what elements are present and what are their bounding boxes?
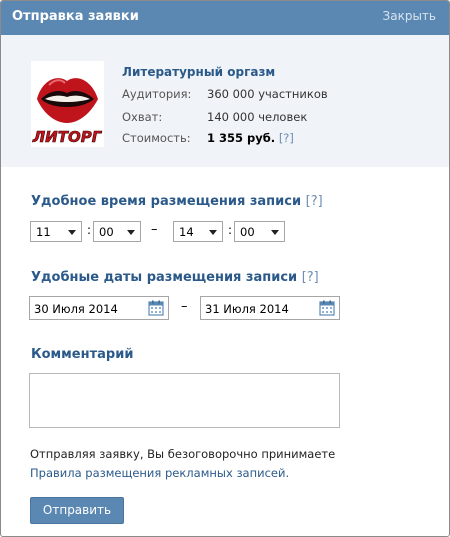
from-date-field[interactable]: 30 Июля 2014 xyxy=(29,296,169,320)
time-section-title: Удобное время размещения записи [?] xyxy=(31,194,323,209)
submit-button[interactable]: Отправить xyxy=(30,497,124,524)
comment-section-title: Комментарий xyxy=(31,347,134,362)
from-hour-select[interactable]: 11 xyxy=(30,221,82,242)
agreement-note: Отправляя заявку, Вы безоговорочно прини… xyxy=(30,447,336,461)
calendar-icon[interactable] xyxy=(319,300,335,316)
price-value: 1 355 руб. xyxy=(207,131,276,145)
to-minute-value: 00 xyxy=(240,225,255,239)
calendar-icon[interactable] xyxy=(148,300,164,316)
community-info: ЛИТОРГ Литературный оргазм Аудитория: 36… xyxy=(1,35,449,167)
price-help-link[interactable]: [?] xyxy=(279,131,294,145)
audience-label: Аудитория: xyxy=(122,87,192,101)
comment-textarea[interactable] xyxy=(29,373,340,428)
time-help-link[interactable]: [?] xyxy=(306,194,323,209)
price-row: 1 355 руб. [?] xyxy=(207,131,294,145)
from-minute-value: 00 xyxy=(99,225,114,239)
svg-text:ЛИТОРГ: ЛИТОРГ xyxy=(32,128,103,146)
time-range-dash: – xyxy=(151,222,158,237)
community-name[interactable]: Литературный оргазм xyxy=(122,65,275,79)
time-section-label: Удобное время размещения записи xyxy=(31,194,302,209)
reach-label: Охват: xyxy=(122,110,163,124)
to-hour-select[interactable]: 14 xyxy=(173,221,223,242)
dialog-header: Отправка заявки Закрыть xyxy=(1,1,449,35)
community-logo: ЛИТОРГ xyxy=(31,61,104,147)
chevron-down-icon xyxy=(209,230,217,235)
date-section-title: Удобные даты размещения записи [?] xyxy=(31,270,319,285)
time-colon: : xyxy=(87,223,92,237)
price-label: Стоимость: xyxy=(122,131,191,145)
to-hour-value: 14 xyxy=(179,225,194,239)
chevron-down-icon xyxy=(127,230,135,235)
date-section-label: Удобные даты размещения записи xyxy=(31,270,298,285)
to-date-field[interactable]: 31 Июля 2014 xyxy=(200,296,340,320)
date-help-link[interactable]: [?] xyxy=(302,270,319,285)
to-minute-select[interactable]: 00 xyxy=(234,221,285,242)
close-link[interactable]: Закрыть xyxy=(383,9,436,23)
date-range-dash: – xyxy=(181,299,188,314)
rules-link[interactable]: Правила размещения рекламных записей. xyxy=(30,466,289,480)
to-date-value: 31 Июля 2014 xyxy=(205,302,289,316)
from-hour-value: 11 xyxy=(36,225,51,239)
audience-value: 360 000 участников xyxy=(207,87,328,101)
request-dialog: Отправка заявки Закрыть ЛИТОРГ Литератур… xyxy=(0,0,450,537)
dialog-title: Отправка заявки xyxy=(12,9,139,24)
chevron-down-icon xyxy=(271,230,279,235)
time-colon: : xyxy=(228,223,233,237)
from-minute-select[interactable]: 00 xyxy=(93,221,141,242)
chevron-down-icon xyxy=(68,230,76,235)
from-date-value: 30 Июля 2014 xyxy=(34,302,118,316)
reach-value: 140 000 человек xyxy=(207,110,308,124)
